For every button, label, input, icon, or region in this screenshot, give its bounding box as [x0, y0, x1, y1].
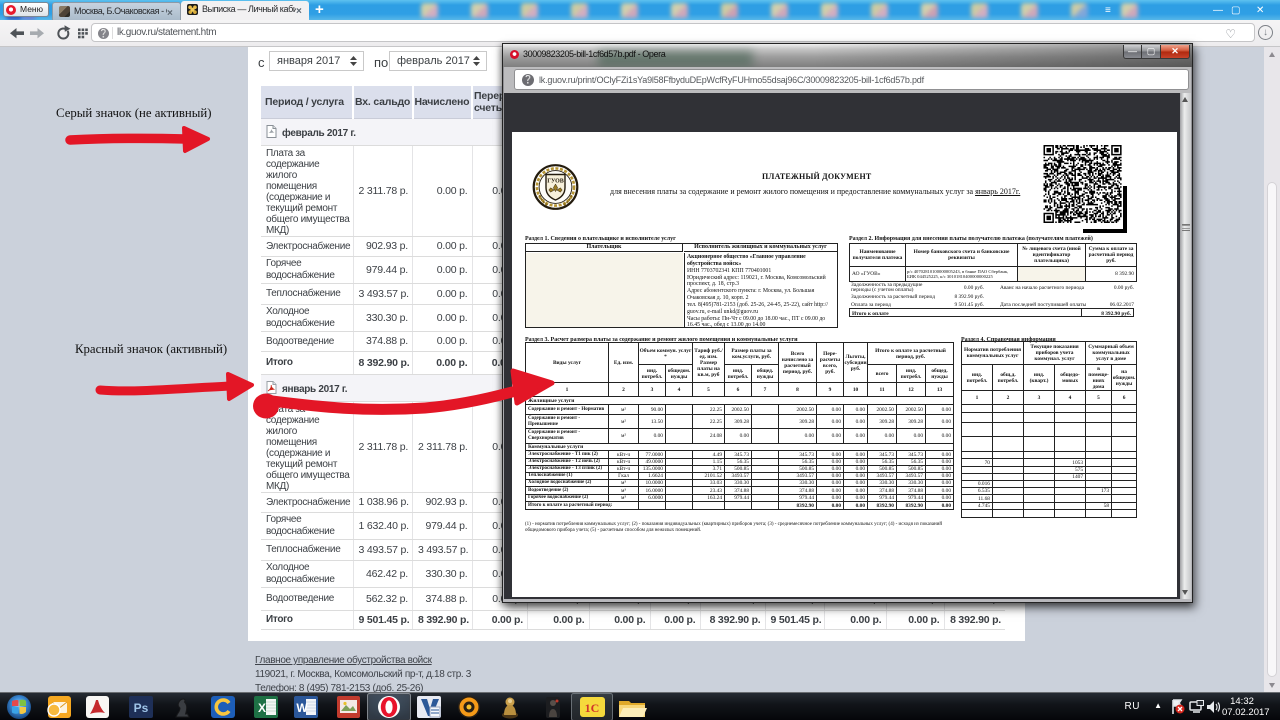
svg-text:W: W: [296, 701, 308, 715]
svg-text:X: X: [258, 701, 266, 715]
svg-text:Ps: Ps: [134, 701, 149, 715]
svg-text:1С: 1С: [585, 701, 600, 715]
